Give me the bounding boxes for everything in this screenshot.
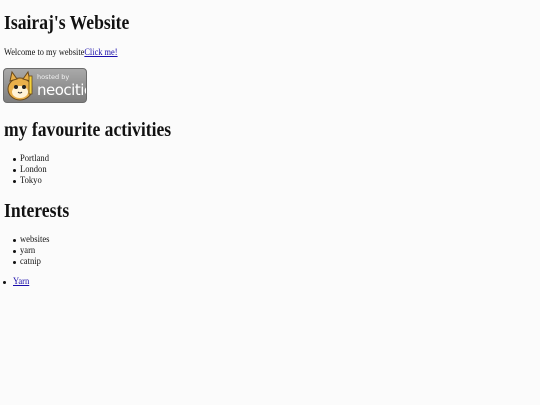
list-item: catnip bbox=[4, 257, 53, 268]
welcome-paragraph: Welcome to my websiteClick me! bbox=[4, 48, 118, 58]
welcome-text: Welcome to my website bbox=[4, 48, 85, 58]
click-me-link[interactable]: Click me! bbox=[84, 48, 117, 58]
neocities-cat-icon bbox=[7, 70, 33, 101]
badge-line2: neocities bbox=[37, 81, 86, 99]
list-item: websites bbox=[4, 235, 53, 246]
yarn-link[interactable]: Yarn bbox=[13, 277, 29, 288]
list-item: yarn bbox=[4, 246, 53, 257]
hosted-by-neocities-badge[interactable]: hosted by neocities bbox=[3, 68, 87, 103]
list-item-label: catnip bbox=[20, 257, 41, 267]
list-item-label: Tokyo bbox=[20, 176, 42, 186]
list-item-label: London bbox=[20, 165, 47, 175]
activities-heading: my favourite activities bbox=[4, 119, 172, 141]
list-item-label: websites bbox=[20, 235, 50, 245]
list-item-label: yarn bbox=[20, 246, 36, 256]
list-item: Tokyo bbox=[4, 176, 52, 187]
links-list: Yarn bbox=[0, 277, 31, 288]
list-item: Yarn bbox=[0, 277, 31, 288]
page-title: Isairaj's Website bbox=[4, 12, 130, 34]
list-item-label: Portland bbox=[20, 154, 49, 164]
interests-heading: Interests bbox=[4, 200, 70, 222]
interests-list: websites yarn catnip bbox=[4, 235, 53, 268]
list-item: London bbox=[4, 165, 52, 176]
badge-line1: hosted by bbox=[37, 73, 70, 81]
list-item: Portland bbox=[4, 154, 52, 165]
activities-list: Portland London Tokyo bbox=[4, 154, 52, 187]
